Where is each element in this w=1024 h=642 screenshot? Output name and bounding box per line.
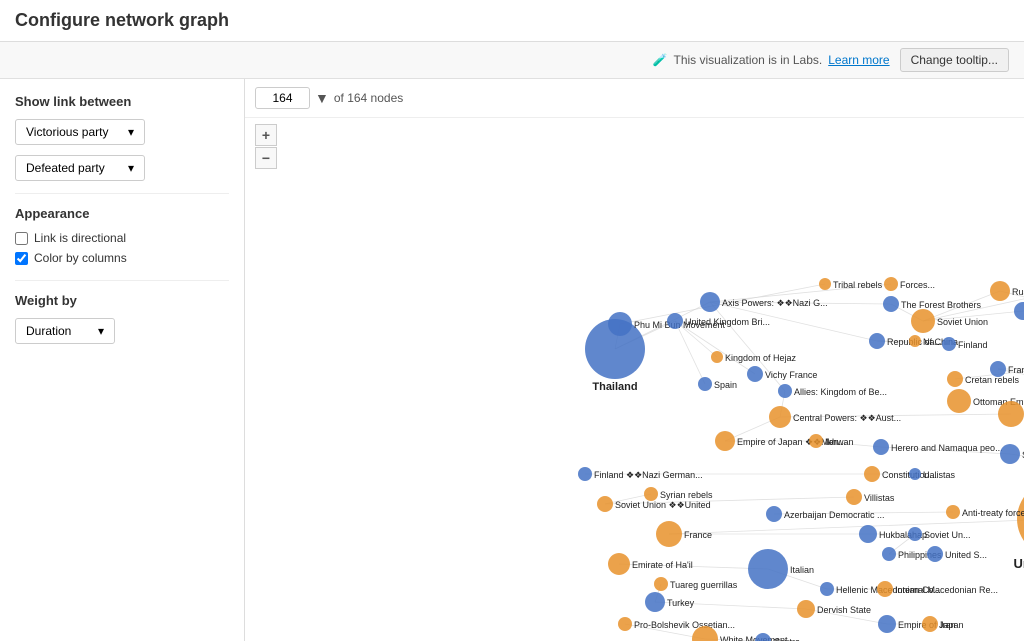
link-directional-row: Link is directional xyxy=(15,231,229,245)
node-count-input[interactable] xyxy=(255,87,310,109)
defeated-party-dropdown[interactable]: Defeated party ▾ xyxy=(15,155,145,181)
zoom-out-button[interactable]: − xyxy=(255,147,277,169)
divider-1 xyxy=(15,193,229,194)
svg-text:Villistas: Villistas xyxy=(864,493,895,503)
zoom-in-button[interactable]: + xyxy=(255,124,277,146)
filter-icon[interactable]: ▼ xyxy=(315,90,329,106)
svg-text:U...: U... xyxy=(923,470,937,480)
svg-text:Ikhwan: Ikhwan xyxy=(825,437,854,447)
svg-text:Allies: Kingdom of Be...: Allies: Kingdom of Be... xyxy=(794,387,887,397)
svg-text:Cretan rebels: Cretan rebels xyxy=(965,375,1020,385)
learn-more-link[interactable]: Learn more xyxy=(828,53,889,67)
duration-dropdown[interactable]: Duration ▾ xyxy=(15,318,115,344)
svg-text:Internal Macedonian Re...: Internal Macedonian Re... xyxy=(895,585,998,595)
duration-arrow-icon: ▾ xyxy=(98,324,104,338)
defeated-party-label: Defeated party xyxy=(26,161,105,175)
svg-text:Central Powers: ❖❖Aust...: Central Powers: ❖❖Aust... xyxy=(793,413,901,423)
appearance-section: Appearance Link is directional Color by … xyxy=(15,206,229,265)
svg-text:Forces...: Forces... xyxy=(900,280,935,290)
svg-text:Kingdom of Hejaz: Kingdom of Hejaz xyxy=(725,353,797,363)
network-graph[interactable]: ThailandUnited StatesPhu Mi Bun Movement… xyxy=(245,119,1024,641)
victorious-party-dropdown[interactable]: Victorious party ▾ xyxy=(15,119,145,145)
labs-badge: 🧪 This visualization is in Labs. Learn m… xyxy=(653,53,890,67)
victorious-party-arrow-icon: ▾ xyxy=(128,125,134,139)
svg-text:Russian SFSR: Russian SFSR xyxy=(1012,287,1024,297)
link-directional-checkbox[interactable] xyxy=(15,232,28,245)
svg-text:France: France xyxy=(1008,365,1024,375)
svg-text:Finland ❖❖Nazi German...: Finland ❖❖Nazi German... xyxy=(594,470,703,480)
svg-text:Tuareg guerrillas: Tuareg guerrillas xyxy=(670,580,738,590)
appearance-title: Appearance xyxy=(15,206,229,221)
svg-text:Pro-Bolshevik Ossetian...: Pro-Bolshevik Ossetian... xyxy=(634,620,735,630)
page-header: Configure network graph xyxy=(0,0,1024,42)
change-tooltip-button[interactable]: Change tooltip... xyxy=(900,48,1009,72)
node-controls: ▼ of 164 nodes xyxy=(245,79,1024,118)
svg-text:Herero and Namaqua peo...: Herero and Namaqua peo... xyxy=(891,443,1003,453)
defeated-party-arrow-icon: ▾ xyxy=(128,161,134,175)
svg-text:Azerbaijan Democratic ...: Azerbaijan Democratic ... xyxy=(784,510,885,520)
flask-icon: 🧪 xyxy=(653,53,668,67)
divider-2 xyxy=(15,280,229,281)
svg-text:Spain: Spain xyxy=(714,380,737,390)
weight-by-title: Weight by xyxy=(15,293,229,308)
duration-label: Duration xyxy=(26,324,71,338)
victorious-party-label: Victorious party xyxy=(26,125,108,139)
zoom-controls: + − xyxy=(255,124,277,169)
svg-text:Axis Powers: ❖❖Nazi G...: Axis Powers: ❖❖Nazi G... xyxy=(722,298,828,308)
svg-text:Na...: Na... xyxy=(923,337,942,347)
svg-text:Thailand: Thailand xyxy=(592,381,637,393)
svg-text:France: France xyxy=(684,530,712,540)
weight-section: Weight by Duration ▾ xyxy=(15,293,229,344)
show-link-between-title: Show link between xyxy=(15,94,229,109)
svg-text:United Kingdom Bri...: United Kingdom Bri... xyxy=(685,317,770,327)
svg-text:Soviet Union ❖❖United: Soviet Union ❖❖United xyxy=(615,500,711,510)
color-by-columns-row: Color by columns xyxy=(15,251,229,265)
sidebar: Show link between Victorious party ▾ Def… xyxy=(0,79,245,641)
color-by-columns-label: Color by columns xyxy=(34,251,127,265)
labs-text: This visualization is in Labs. xyxy=(673,53,822,67)
svg-text:The Forest Brothers: The Forest Brothers xyxy=(901,300,982,310)
svg-text:Soviet Union: Soviet Union xyxy=(937,317,988,327)
svg-text:Turkey: Turkey xyxy=(667,598,695,608)
svg-text:United States: United States xyxy=(1013,556,1024,571)
page-title: Configure network graph xyxy=(15,10,229,31)
svg-text:Italian: Italian xyxy=(790,565,814,575)
svg-text:Tribal rebels: Tribal rebels xyxy=(833,280,883,290)
svg-text:Iran: Iran xyxy=(940,620,956,630)
svg-text:Dervish State: Dervish State xyxy=(817,605,871,615)
svg-text:Anti-treaty forces: Anti-treaty forces xyxy=(962,508,1024,518)
node-count-label: of 164 nodes xyxy=(334,91,403,105)
graph-area: ▼ of 164 nodes + − Thailand United States… xyxy=(245,79,1024,641)
svg-text:Centra...: Centra... xyxy=(773,637,808,641)
link-directional-label: Link is directional xyxy=(34,231,126,245)
svg-text:Vichy France: Vichy France xyxy=(765,370,817,380)
svg-text:Finland: Finland xyxy=(958,340,988,350)
top-bar: 🧪 This visualization is in Labs. Learn m… xyxy=(0,42,1024,79)
svg-text:United S...: United S... xyxy=(945,550,987,560)
svg-text:Emirate of Ha'il: Emirate of Ha'il xyxy=(632,560,693,570)
svg-text:Syrian rebels: Syrian rebels xyxy=(660,490,713,500)
main-layout: Show link between Victorious party ▾ Def… xyxy=(0,79,1024,641)
color-by-columns-checkbox[interactable] xyxy=(15,252,28,265)
svg-text:Soviet Un...: Soviet Un... xyxy=(924,530,971,540)
